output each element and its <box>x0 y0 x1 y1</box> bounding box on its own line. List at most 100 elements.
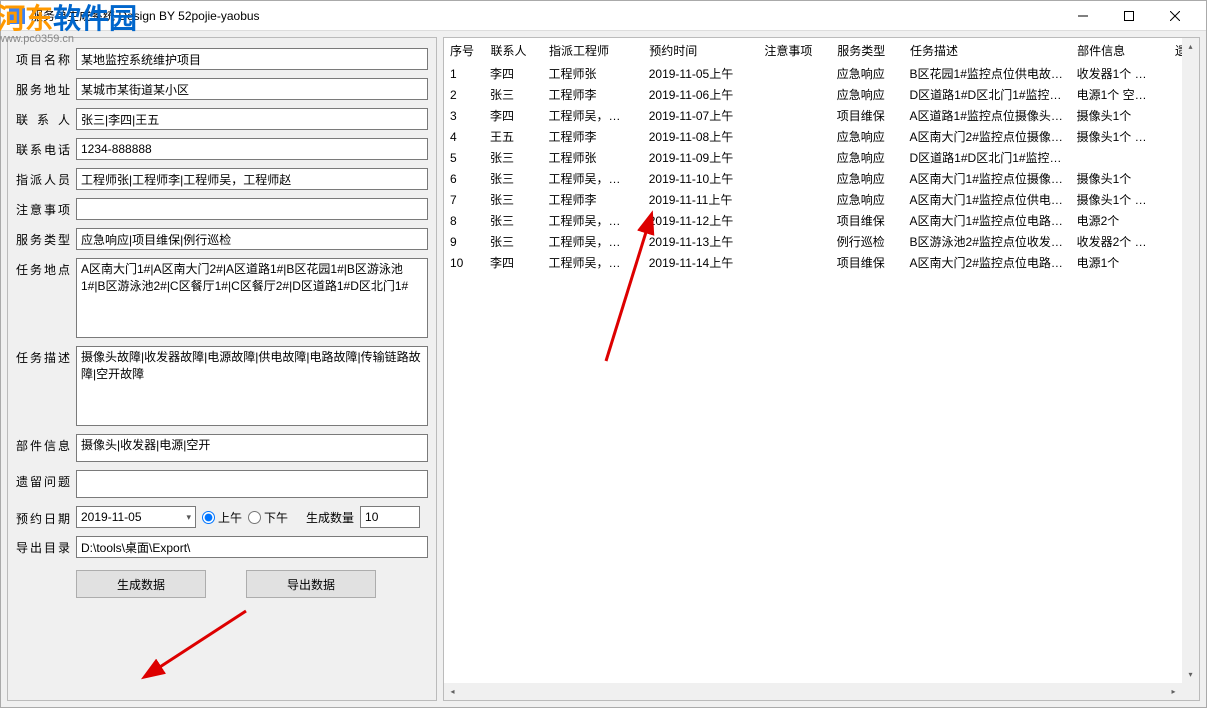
table-cell: A区南大门1#监控点位供电故… <box>904 189 1071 210</box>
assigned-input[interactable] <box>76 168 428 190</box>
table-cell: D区道路1#D区北门1#监控点… <box>904 147 1071 168</box>
qty-input[interactable] <box>360 506 420 528</box>
table-row[interactable]: 6张三工程师吴，…2019-11-10上午应急响应A区南大门1#监控点位摄像头…… <box>444 168 1199 189</box>
col-notes[interactable]: 注意事项 <box>758 38 831 63</box>
am-radio-option[interactable]: 上午 <box>202 509 242 526</box>
table-cell: 应急响应 <box>831 189 904 210</box>
table-cell: A区南大门2#监控点位摄像头… <box>904 126 1071 147</box>
table-row[interactable]: 5张三工程师张2019-11-09上午应急响应D区道路1#D区北门1#监控点… <box>444 147 1199 168</box>
location-label: 任务地点 <box>16 258 70 278</box>
table-cell: 应急响应 <box>831 84 904 105</box>
address-label: 服务地址 <box>16 78 70 98</box>
appointdate-picker[interactable]: 2019-11-05 ▾ <box>76 506 196 528</box>
col-type[interactable]: 服务类型 <box>831 38 904 63</box>
partinfo-textarea[interactable]: 摄像头|收发器|电源|空开 <box>76 434 428 462</box>
table-cell: 应急响应 <box>831 126 904 147</box>
col-engineer[interactable]: 指派工程师 <box>542 38 642 63</box>
table-cell: 2019-11-13上午 <box>643 231 758 252</box>
table-cell: 工程师张 <box>542 147 642 168</box>
phone-input[interactable] <box>76 138 428 160</box>
project-input[interactable] <box>76 48 428 70</box>
scroll-up-icon[interactable]: ▴ <box>1182 38 1199 55</box>
table-cell: 张三 <box>484 147 542 168</box>
table-body: 1李四工程师张2019-11-05上午应急响应B区花园1#监控点位供电故障…收发… <box>444 63 1199 273</box>
table-cell: 电源1个 <box>1071 252 1169 273</box>
table-cell: 2 <box>444 84 484 105</box>
table-cell: 张三 <box>484 84 542 105</box>
taskdesc-label: 任务描述 <box>16 346 70 366</box>
table-cell: 工程师吴，… <box>542 231 642 252</box>
issues-textarea[interactable] <box>76 470 428 498</box>
col-part[interactable]: 部件信息 <box>1071 38 1169 63</box>
table-cell: 2019-11-11上午 <box>643 189 758 210</box>
exportdir-input[interactable] <box>76 536 428 558</box>
table-row[interactable]: 7张三工程师李2019-11-11上午应急响应A区南大门1#监控点位供电故…摄像… <box>444 189 1199 210</box>
table-cell <box>758 189 831 210</box>
table-row[interactable]: 3李四工程师吴，…2019-11-07上午项目维保A区道路1#监控点位摄像头故障… <box>444 105 1199 126</box>
app-icon <box>9 8 25 24</box>
contact-input[interactable] <box>76 108 428 130</box>
table-cell: A区南大门1#监控点位摄像头… <box>904 168 1071 189</box>
scroll-left-icon[interactable]: ◂ <box>444 683 461 700</box>
servicetype-input[interactable] <box>76 228 428 250</box>
horizontal-scrollbar[interactable]: ◂ ▸ <box>444 683 1182 700</box>
data-table-panel: 序号 联系人 指派工程师 预约时间 注意事项 服务类型 任务描述 部件信息 遗 … <box>443 37 1200 701</box>
table-cell <box>758 63 831 84</box>
export-button[interactable]: 导出数据 <box>246 570 376 598</box>
table-cell: 2019-11-08上午 <box>643 126 758 147</box>
qty-label: 生成数量 <box>306 509 354 526</box>
scroll-right-icon[interactable]: ▸ <box>1165 683 1182 700</box>
servicetype-label: 服务类型 <box>16 228 70 248</box>
table-row[interactable]: 2张三工程师李2019-11-06上午应急响应D区道路1#D区北门1#监控点…电… <box>444 84 1199 105</box>
table-cell: 王五 <box>484 126 542 147</box>
table-cell: A区南大门1#监控点位电路故… <box>904 210 1071 231</box>
table-cell: 1 <box>444 63 484 84</box>
window-controls <box>1060 2 1198 30</box>
table-row[interactable]: 8张三工程师吴，…2019-11-12上午项目维保A区南大门1#监控点位电路故…… <box>444 210 1199 231</box>
table-cell: 工程师吴，… <box>542 252 642 273</box>
table-cell: 2019-11-10上午 <box>643 168 758 189</box>
data-table[interactable]: 序号 联系人 指派工程师 预约时间 注意事项 服务类型 任务描述 部件信息 遗 … <box>444 38 1199 273</box>
window-title: 服务单生成系统 Design BY 52pojie-yaobus <box>31 7 260 24</box>
table-cell: 9 <box>444 231 484 252</box>
col-time[interactable]: 预约时间 <box>643 38 758 63</box>
vertical-scrollbar[interactable]: ▴ ▾ <box>1182 38 1199 683</box>
table-header-row: 序号 联系人 指派工程师 预约时间 注意事项 服务类型 任务描述 部件信息 遗 <box>444 38 1199 63</box>
address-input[interactable] <box>76 78 428 100</box>
table-cell: 电源2个 <box>1071 210 1169 231</box>
table-row[interactable]: 9张三工程师吴，…2019-11-13上午例行巡检B区游泳池2#监控点位收发器…… <box>444 231 1199 252</box>
col-contact[interactable]: 联系人 <box>484 38 542 63</box>
table-row[interactable]: 4王五工程师李2019-11-08上午应急响应A区南大门2#监控点位摄像头…摄像… <box>444 126 1199 147</box>
am-radio[interactable] <box>202 511 215 524</box>
table-cell: A区道路1#监控点位摄像头故障 <box>904 105 1071 126</box>
table-cell: 摄像头1个 … <box>1071 126 1169 147</box>
location-textarea[interactable]: A区南大门1#|A区南大门2#|A区道路1#|B区花园1#|B区游泳池1#|B区… <box>76 258 428 338</box>
table-row[interactable]: 10李四工程师吴，…2019-11-14上午项目维保A区南大门2#监控点位电路故… <box>444 252 1199 273</box>
pm-radio[interactable] <box>248 511 261 524</box>
phone-label: 联系电话 <box>16 138 70 158</box>
contact-label: 联 系 人 <box>16 108 70 128</box>
table-cell <box>758 252 831 273</box>
project-label: 项目名称 <box>16 48 70 68</box>
table-cell: 摄像头1个 … <box>1071 189 1169 210</box>
generate-button[interactable]: 生成数据 <box>76 570 206 598</box>
minimize-button[interactable] <box>1060 2 1106 30</box>
am-label: 上午 <box>218 509 242 526</box>
maximize-button[interactable] <box>1106 2 1152 30</box>
scroll-down-icon[interactable]: ▾ <box>1182 666 1199 683</box>
table-row[interactable]: 1李四工程师张2019-11-05上午应急响应B区花园1#监控点位供电故障…收发… <box>444 63 1199 84</box>
scrollbar-corner <box>1182 683 1199 700</box>
table-cell: 工程师吴，… <box>542 168 642 189</box>
table-cell: 摄像头1个 <box>1071 168 1169 189</box>
pm-label: 下午 <box>264 509 288 526</box>
table-cell <box>758 210 831 231</box>
close-button[interactable] <box>1152 2 1198 30</box>
pm-radio-option[interactable]: 下午 <box>248 509 288 526</box>
table-cell: 张三 <box>484 168 542 189</box>
col-desc[interactable]: 任务描述 <box>904 38 1071 63</box>
notes-input[interactable] <box>76 198 428 220</box>
taskdesc-textarea[interactable]: 摄像头故障|收发器故障|电源故障|供电故障|电路故障|传输链路故障|空开故障 <box>76 346 428 426</box>
notes-label: 注意事项 <box>16 198 70 218</box>
col-idx[interactable]: 序号 <box>444 38 484 63</box>
table-cell: 6 <box>444 168 484 189</box>
